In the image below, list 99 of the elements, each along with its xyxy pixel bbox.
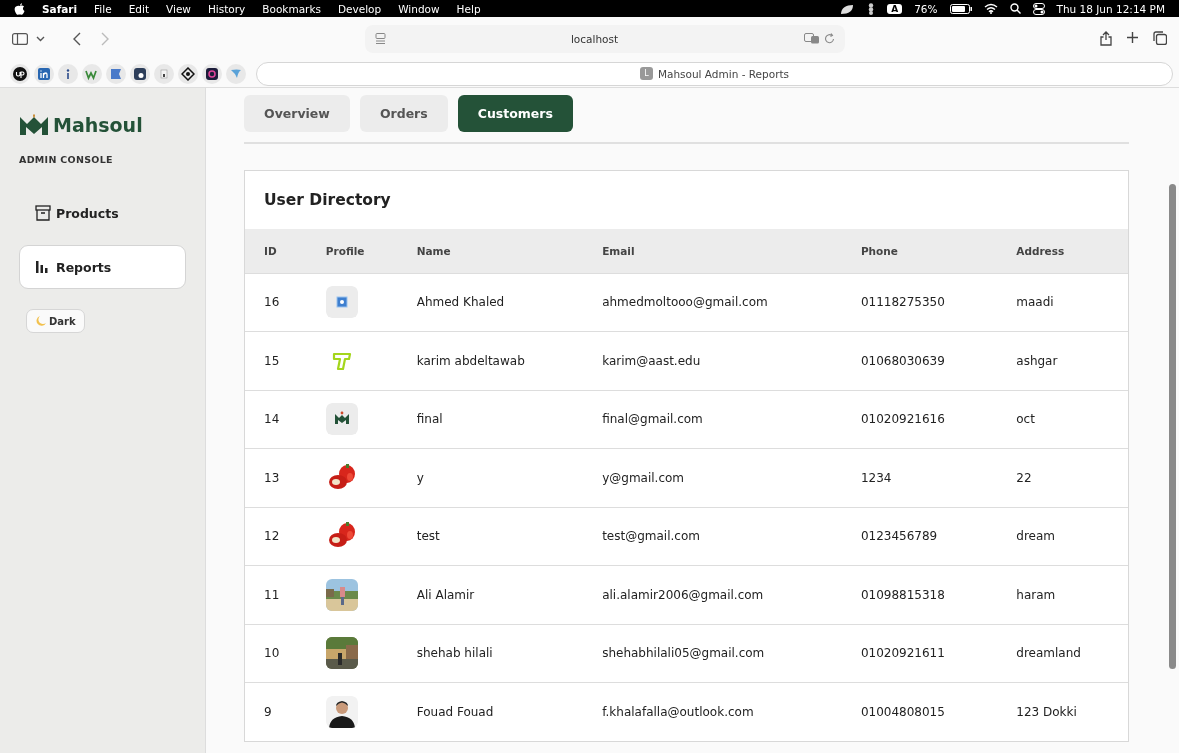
table-cell: test@gmail.com bbox=[583, 507, 842, 566]
table-cell: y bbox=[397, 448, 584, 507]
table-cell: test bbox=[397, 507, 584, 566]
table-cell: 01020921616 bbox=[841, 390, 998, 449]
share-icon[interactable] bbox=[1100, 31, 1112, 47]
wifi-icon[interactable] bbox=[983, 3, 998, 14]
table-cell: 01004808015 bbox=[841, 682, 998, 741]
table-cell: 12 bbox=[245, 507, 307, 566]
nav-item[interactable]: Products bbox=[19, 191, 186, 235]
new-tab-icon[interactable] bbox=[1126, 31, 1139, 45]
table-cell: haram bbox=[997, 565, 1128, 624]
battery-icon[interactable] bbox=[949, 3, 972, 14]
menu-item[interactable]: Window bbox=[398, 2, 440, 15]
card-title: User Directory bbox=[263, 190, 392, 211]
menu-item[interactable]: View bbox=[166, 2, 191, 15]
chevron-down-icon[interactable] bbox=[36, 35, 45, 42]
theme-toggle-button[interactable]: Dark bbox=[26, 309, 85, 333]
table-cell: Ahmed Khaled bbox=[397, 273, 584, 332]
table-cell: karim abdeltawab bbox=[397, 331, 584, 390]
table-cell: 22 bbox=[997, 448, 1128, 507]
column-header: ID bbox=[245, 229, 307, 273]
table-cell: 123 Dokki bbox=[997, 682, 1128, 741]
menu-item[interactable]: Bookmarks bbox=[262, 2, 321, 15]
menubar-clock: Thu 18 Jun 12:14 PM bbox=[1056, 2, 1165, 15]
bookmark-icon[interactable] bbox=[178, 63, 198, 84]
back-icon[interactable] bbox=[73, 31, 81, 46]
moon-icon bbox=[35, 315, 47, 327]
tab-favicon-icon: L bbox=[639, 67, 653, 81]
brand-logo-icon bbox=[325, 403, 358, 436]
table-cell: 1234 bbox=[841, 448, 998, 507]
menu-item[interactable]: Help bbox=[456, 2, 481, 15]
table-cell: final bbox=[397, 390, 584, 449]
tab[interactable]: Orders bbox=[359, 95, 448, 132]
battery-level: 76% bbox=[914, 2, 938, 15]
table-cell: 15 bbox=[245, 331, 307, 390]
menu-item[interactable]: File bbox=[94, 2, 112, 15]
table-cell: maadi bbox=[997, 273, 1128, 332]
nav-item[interactable]: Reports bbox=[19, 245, 186, 289]
app-menu[interactable]: Safari bbox=[42, 2, 78, 15]
menu-item[interactable]: Edit bbox=[128, 2, 149, 15]
table-cell: 01098815318 bbox=[841, 565, 998, 624]
table-cell: Ali Alamir bbox=[397, 565, 584, 624]
table-cell: 10 bbox=[245, 624, 307, 683]
control-center-icon[interactable] bbox=[1032, 2, 1045, 15]
table-cell: karim@aast.edu bbox=[583, 331, 842, 390]
tab-title: Mahsoul Admin - Reports bbox=[657, 67, 790, 80]
sidebar-toggle-icon[interactable] bbox=[12, 32, 28, 45]
table-cell: 13 bbox=[245, 448, 307, 507]
table-cell: 0123456789 bbox=[841, 507, 998, 566]
search-icon[interactable] bbox=[1009, 3, 1021, 14]
table-cell: 11 bbox=[245, 565, 307, 624]
reload-icon[interactable] bbox=[823, 33, 835, 45]
console-subtitle: ADMIN CONSOLE bbox=[19, 154, 114, 165]
table-cell: 01020921611 bbox=[841, 624, 998, 683]
column-header: Email bbox=[583, 229, 842, 273]
address-bar[interactable]: localhost bbox=[364, 24, 845, 53]
archive-box-icon bbox=[35, 205, 51, 221]
apple-logo-icon bbox=[14, 2, 25, 15]
column-header: Name bbox=[397, 229, 584, 273]
table-cell: 01118275350 bbox=[841, 273, 998, 332]
reader-icon[interactable] bbox=[374, 33, 386, 45]
brand-logo-icon bbox=[19, 114, 49, 136]
browser-tab[interactable]: L Mahsoul Admin - Reports bbox=[256, 61, 1173, 86]
leaf-icon[interactable] bbox=[839, 2, 856, 15]
table-cell: 16 bbox=[245, 273, 307, 332]
table-cell: shehabhilali05@gmail.com bbox=[583, 624, 842, 683]
table-cell: 14 bbox=[245, 390, 307, 449]
brand-name: Mahsoul bbox=[53, 114, 143, 136]
table-cell: 01068030639 bbox=[841, 331, 998, 390]
bookmark-icon[interactable] bbox=[202, 63, 222, 84]
bar-chart-icon bbox=[35, 259, 51, 275]
tab-overview-icon[interactable] bbox=[1153, 31, 1167, 46]
table-cell: f.khalafalla@outlook.com bbox=[583, 682, 842, 741]
table-cell: ashgar bbox=[997, 331, 1128, 390]
bookmark-icon[interactable] bbox=[10, 63, 30, 84]
tab[interactable]: Overview bbox=[244, 95, 350, 132]
column-header: Profile bbox=[306, 229, 398, 273]
menu-item[interactable]: History bbox=[207, 2, 246, 15]
person-avatar-icon bbox=[325, 696, 358, 728]
table-cell: 9 bbox=[245, 682, 307, 741]
table-cell: y@gmail.com bbox=[583, 448, 842, 507]
scrollbar[interactable] bbox=[1169, 184, 1176, 669]
address-text: localhost bbox=[569, 32, 620, 45]
image-placeholder-icon bbox=[325, 286, 358, 319]
menu-item[interactable]: Develop bbox=[337, 2, 382, 15]
input-source-indicator[interactable]: A bbox=[887, 3, 903, 14]
table-cell: oct bbox=[997, 390, 1128, 449]
table-cell: dream bbox=[997, 507, 1128, 566]
translate-icon[interactable] bbox=[803, 33, 820, 45]
column-header: Phone bbox=[841, 229, 998, 273]
table-cell: dreamland bbox=[997, 624, 1128, 683]
bookmark-icon[interactable] bbox=[130, 63, 150, 84]
table-cell: final@gmail.com bbox=[583, 390, 842, 449]
table-cell: ali.alamir2006@gmail.com bbox=[583, 565, 842, 624]
table-cell: ahmedmoltooo@gmail.com bbox=[583, 273, 842, 332]
table-cell: Fouad Fouad bbox=[397, 682, 584, 741]
tab[interactable]: Customers bbox=[457, 95, 573, 132]
table-cell: shehab hilali bbox=[397, 624, 584, 683]
column-header: Address bbox=[997, 229, 1128, 273]
